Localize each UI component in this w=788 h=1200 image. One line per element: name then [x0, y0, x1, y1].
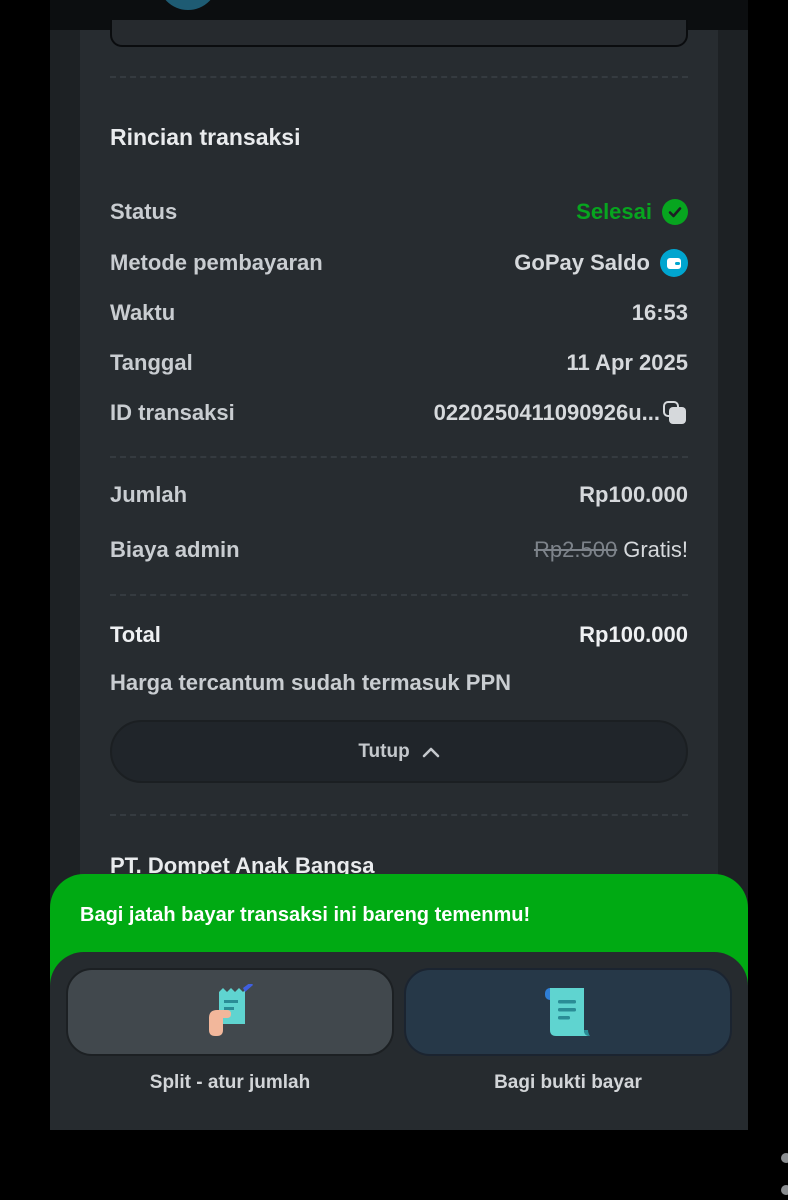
tax-note: Harga tercantum sudah termasuk PPN	[110, 670, 512, 695]
divider	[110, 814, 688, 816]
divider	[110, 456, 688, 458]
amount-value: Rp100.000	[579, 482, 688, 507]
copy-icon[interactable]	[662, 400, 688, 426]
time-row: Waktu 16:53	[110, 295, 688, 331]
transaction-id-row: ID transaksi 0220250411090926u...	[110, 395, 688, 431]
close-details-button[interactable]: Tutup	[110, 720, 688, 783]
payment-method-label: Metode pembayaran	[110, 250, 323, 275]
payment-method-row: Metode pembayaran GoPay Saldo	[110, 245, 688, 281]
previous-section-box	[110, 20, 688, 47]
system-overlay-dots	[781, 1153, 788, 1195]
amount-row: Jumlah Rp100.000	[110, 477, 688, 513]
receipt-hand-icon	[209, 984, 253, 1036]
close-details-label: Tutup	[358, 740, 410, 762]
check-circle-icon	[662, 199, 688, 225]
transaction-id-value: 0220250411090926u...	[434, 400, 688, 426]
time-value: 16:53	[631, 300, 688, 325]
split-amount-button[interactable]	[66, 968, 394, 1056]
chevron-up-icon	[422, 747, 439, 757]
split-amount-label: Split - atur jumlah	[149, 1072, 311, 1093]
total-value: Rp100.000	[579, 622, 688, 647]
gopay-wallet-icon	[660, 249, 688, 277]
date-label: Tanggal	[110, 350, 193, 375]
status-row: Status Selesai	[110, 194, 688, 230]
divider	[110, 594, 688, 596]
admin-fee-label: Biaya admin	[110, 537, 240, 562]
receipt-scroll-icon	[545, 988, 590, 1036]
split-bill-sheet: Bagi jatah bayar transaksi ini bareng te…	[50, 874, 748, 1130]
date-value: 11 Apr 2025	[566, 350, 689, 375]
date-row: Tanggal 11 Apr 2025	[110, 345, 688, 381]
divider	[110, 76, 688, 78]
share-receipt-button[interactable]	[404, 968, 732, 1056]
amount-label: Jumlah	[110, 482, 188, 507]
admin-fee-original: Rp2.500	[534, 537, 618, 562]
status-text: Selesai	[576, 199, 652, 224]
time-label: Waktu	[110, 300, 176, 325]
payment-method-text: GoPay Saldo	[514, 250, 650, 275]
admin-fee-free: Gratis!	[623, 537, 688, 562]
split-options-panel: Split - atur jumlah Bagi bukti bayar	[50, 952, 748, 1130]
status-value: Selesai	[576, 199, 688, 225]
admin-fee-row: Biaya admin Rp2.500 Gratis!	[110, 532, 688, 568]
status-label: Status	[110, 199, 178, 224]
admin-fee-value: Rp2.500 Gratis!	[534, 537, 688, 563]
section-title: Rincian transaksi	[110, 124, 301, 150]
payment-method-value: GoPay Saldo	[514, 249, 688, 277]
total-row: Total Rp100.000	[110, 617, 688, 653]
share-receipt-label: Bagi bukti bayar	[494, 1072, 642, 1093]
transaction-id-text: 0220250411090926u...	[433, 400, 660, 425]
split-banner-text: Bagi jatah bayar transaksi ini bareng te…	[80, 904, 531, 926]
total-label: Total	[110, 622, 161, 647]
transaction-id-label: ID transaksi	[110, 400, 235, 425]
